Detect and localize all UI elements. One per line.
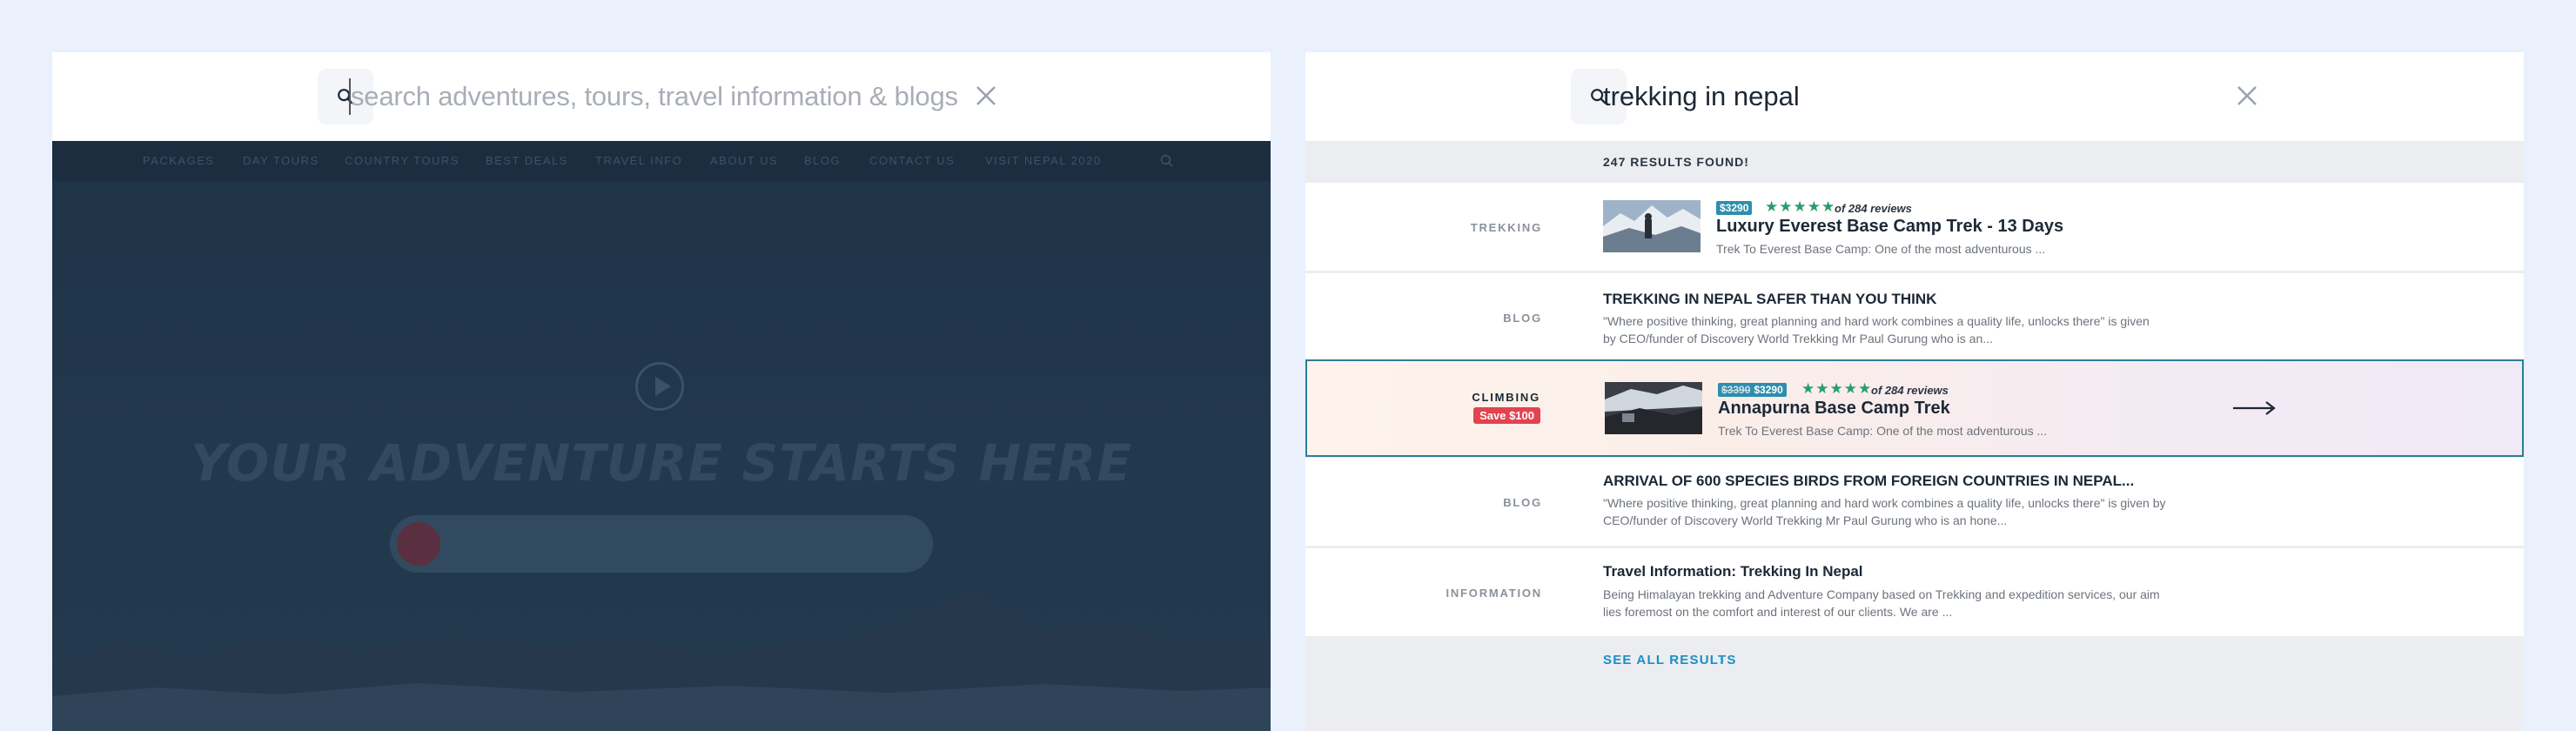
search-input[interactable]: trekking in nepal: [1603, 78, 1800, 115]
result-row-blog[interactable]: BLOG ARRIVAL OF 600 SPECIES BIRDS FROM F…: [1305, 458, 2524, 546]
nav-search-icon[interactable]: [1159, 153, 1175, 169]
result-title[interactable]: Annapurna Base Camp Trek: [1718, 399, 1950, 419]
review-count: of 284 reviews: [1835, 202, 1912, 215]
close-icon[interactable]: [2234, 83, 2260, 109]
nav-item-day-tours[interactable]: DAY TOURS: [243, 154, 319, 167]
price-badge: $3290: [1716, 201, 1753, 215]
nav-item-blog[interactable]: BLOG: [804, 154, 841, 167]
result-row-blog[interactable]: BLOG TREKKING IN NEPAL SAFER THAN YOU TH…: [1305, 273, 2524, 361]
result-description: Being Himalayan trekking and Adventure C…: [1603, 587, 2160, 619]
result-title[interactable]: Travel Information: Trekking In Nepal: [1603, 563, 1863, 580]
result-description: "Where positive thinking, great planning…: [1603, 496, 2166, 527]
nav-item-visit-nepal[interactable]: VISIT NEPAL 2020: [985, 154, 1102, 167]
result-row-climbing-hovered[interactable]: CLIMBING Save $100 $3390 $3290 ★★★★★ of 2…: [1305, 359, 2524, 457]
nav-item-contact-us[interactable]: CONTACT US: [869, 154, 955, 167]
save-badge: Save $100: [1473, 407, 1540, 424]
review-count: of 284 reviews: [1871, 384, 1949, 397]
result-thumbnail: [1603, 200, 1701, 252]
mountain-silhouette: [52, 592, 1271, 731]
nav-item-country-tours[interactable]: COUNTRY TOURS: [345, 154, 460, 167]
arrow-right-icon[interactable]: [2231, 399, 2277, 417]
result-description: "Where positive thinking, great planning…: [1603, 314, 2150, 345]
results-count: 247 RESULTS FOUND!: [1603, 155, 1749, 169]
result-category: BLOG: [1503, 312, 1542, 325]
result-row-information[interactable]: INFORMATION Travel Information: Trekking…: [1305, 548, 2524, 636]
hero-background: PACKAGES DAY TOURS COUNTRY TOURS BEST DE…: [52, 141, 1271, 731]
close-icon[interactable]: [973, 83, 999, 109]
rating-stars: ★★★★★: [1801, 380, 1873, 397]
nav-item-packages[interactable]: PACKAGES: [143, 154, 215, 167]
rating-stars: ★★★★★: [1765, 198, 1836, 215]
result-row-trek[interactable]: TREKKING $3290 ★★★★★ of 284 reviews Luxu…: [1305, 183, 2524, 271]
result-title[interactable]: TREKKING IN NEPAL SAFER THAN YOU THINK: [1603, 291, 1936, 308]
search-input[interactable]: search adventures, tours, travel informa…: [351, 78, 958, 115]
search-overlay-empty: search adventures, tours, travel informa…: [52, 52, 1271, 731]
result-title[interactable]: Luxury Everest Base Camp Trek - 13 Days: [1716, 217, 2063, 237]
result-category: CLIMBING: [1472, 391, 1540, 404]
price-badge: $3390 $3290: [1718, 383, 1787, 397]
result-category: BLOG: [1503, 496, 1542, 509]
result-title[interactable]: ARRIVAL OF 600 SPECIES BIRDS FROM FOREIG…: [1603, 473, 2134, 490]
new-price: $3290: [1754, 384, 1783, 396]
play-icon[interactable]: [635, 362, 684, 411]
nav-item-best-deals[interactable]: BEST DEALS: [486, 154, 568, 167]
nav-item-travel-info[interactable]: TRAVEL INFO: [595, 154, 682, 167]
search-bar: trekking in nepal: [1305, 52, 2524, 141]
result-description: Trek To Everest Base Camp: One of the mo…: [1716, 242, 2046, 256]
old-price: $3390: [1721, 384, 1751, 396]
see-all-results-link[interactable]: SEE ALL RESULTS: [1603, 653, 1737, 667]
search-bar: search adventures, tours, travel informa…: [52, 52, 1271, 141]
chevron-right-icon[interactable]: ›: [1720, 653, 1724, 667]
search-overlay-results: trekking in nepal 247 RESULTS FOUND! TRE…: [1305, 52, 2524, 731]
result-category: INFORMATION: [1446, 587, 1542, 600]
hero-title: YOUR ADVENTURE STARTS HERE: [190, 433, 1133, 493]
main-nav: PACKAGES DAY TOURS COUNTRY TOURS BEST DE…: [52, 141, 1271, 181]
nav-item-about-us[interactable]: ABOUT US: [710, 154, 778, 167]
result-description: Trek To Everest Base Camp: One of the mo…: [1718, 424, 2048, 438]
result-thumbnail: [1605, 382, 1702, 434]
result-category: TREKKING: [1470, 221, 1542, 234]
